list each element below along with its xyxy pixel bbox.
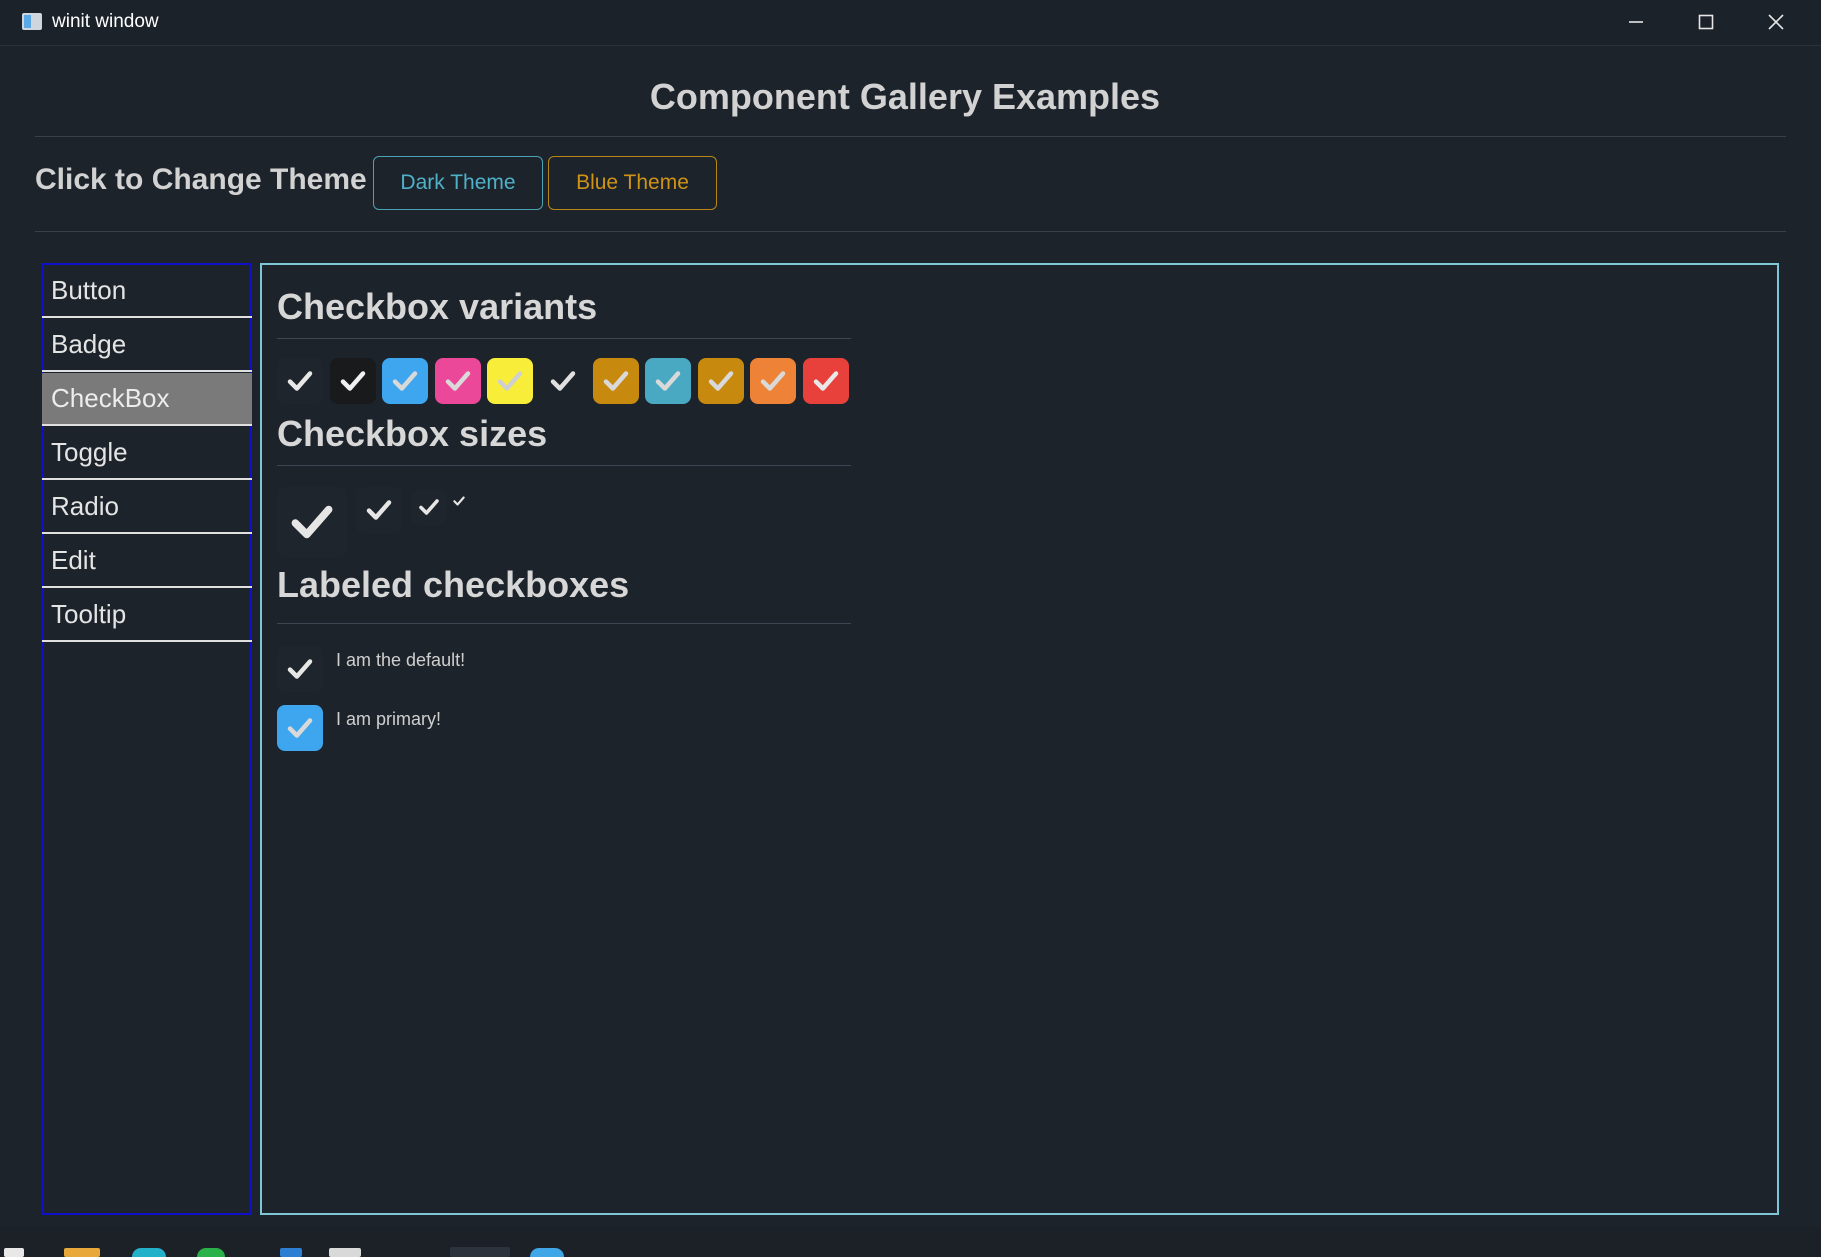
checkmark-icon xyxy=(445,371,471,391)
small-checkbox[interactable] xyxy=(411,489,447,525)
checkmark-icon xyxy=(287,659,313,679)
variant-checkbox[interactable] xyxy=(487,358,534,404)
default-checkbox-label: I am the default! xyxy=(336,650,466,670)
minimize-button[interactable] xyxy=(1606,6,1666,38)
checkmark-icon xyxy=(708,371,734,391)
sidebar-item-edit[interactable]: Edit xyxy=(42,535,252,588)
folder-icon[interactable] xyxy=(64,1248,100,1257)
sidebar-item-checkbox[interactable]: CheckBox xyxy=(42,373,252,426)
primary-checkbox[interactable] xyxy=(277,705,323,751)
variant-checkbox[interactable] xyxy=(277,358,323,404)
window-title: winit window xyxy=(52,11,159,32)
active-window-icon[interactable] xyxy=(450,1247,510,1257)
checkmark-icon xyxy=(419,499,439,515)
variants-heading: Checkbox variants xyxy=(277,286,598,327)
variant-checkbox[interactable] xyxy=(645,358,692,404)
checkmark-icon xyxy=(550,371,576,391)
large-checkbox[interactable] xyxy=(277,487,347,557)
checkmark-icon xyxy=(291,505,333,539)
tiny-checkbox[interactable] xyxy=(448,490,470,512)
primary-checkbox-label: I am primary! xyxy=(336,709,442,729)
window-content: Component Gallery Examples Click to Chan… xyxy=(0,46,1810,1226)
checkbox-panel: Checkbox variants Checkbox sizes Labeled… xyxy=(260,263,1779,1215)
labeled-divider xyxy=(277,623,851,624)
variant-checkbox[interactable] xyxy=(540,358,586,404)
checkmark-icon xyxy=(392,371,418,391)
variant-checkbox[interactable] xyxy=(382,358,429,404)
sidebar-item-badge[interactable]: Badge xyxy=(42,319,252,372)
checkmark-icon xyxy=(603,371,628,391)
sidebar-item-toggle[interactable]: Toggle xyxy=(42,427,252,480)
variant-checkbox[interactable] xyxy=(329,358,376,404)
variant-checkbox[interactable] xyxy=(592,358,639,404)
maximize-button[interactable] xyxy=(1676,6,1736,38)
sidebar-item-tooltip[interactable]: Tooltip xyxy=(42,589,252,642)
labeled-heading: Labeled checkboxes xyxy=(277,564,630,605)
blue-theme-button[interactable]: Blue Theme xyxy=(548,156,717,210)
variant-checkbox[interactable] xyxy=(697,358,744,404)
variants-divider xyxy=(277,338,851,339)
browser-icon[interactable] xyxy=(132,1248,166,1257)
close-button[interactable] xyxy=(1746,6,1806,38)
app-icon xyxy=(22,13,42,30)
code-editor-icon[interactable] xyxy=(280,1248,302,1257)
medium-checkbox[interactable] xyxy=(356,487,402,533)
checkmark-icon xyxy=(498,371,523,391)
sidebar-item-button[interactable]: Button xyxy=(42,265,252,318)
title-divider xyxy=(35,136,1786,137)
default-checkbox[interactable] xyxy=(277,646,323,692)
page-title: Component Gallery Examples xyxy=(649,76,1161,117)
variant-checkbox[interactable] xyxy=(434,358,481,404)
dark-theme-button[interactable]: Dark Theme xyxy=(373,156,543,210)
sidebar-item-radio[interactable]: Radio xyxy=(42,481,252,534)
minimize-icon xyxy=(1629,21,1643,23)
notepad-icon[interactable] xyxy=(329,1248,361,1257)
variant-checkbox[interactable] xyxy=(803,358,849,404)
start-icon[interactable] xyxy=(4,1248,24,1257)
checkmark-icon xyxy=(761,371,786,391)
close-icon xyxy=(1768,14,1784,30)
theme-divider xyxy=(35,231,1786,232)
sizes-heading: Checkbox sizes xyxy=(277,413,548,454)
checkmark-icon xyxy=(453,496,465,506)
checkmark-icon xyxy=(287,371,313,391)
variant-checkbox[interactable] xyxy=(750,358,797,404)
checkmark-icon xyxy=(287,718,313,738)
checkmark-icon xyxy=(366,500,392,520)
checkmark-icon xyxy=(655,371,681,391)
checkmark-icon xyxy=(340,371,365,391)
sidebar: Button Badge CheckBox Toggle Radio Edit … xyxy=(42,263,252,1215)
globe-icon[interactable] xyxy=(530,1248,564,1257)
maximize-icon xyxy=(1698,14,1714,30)
window-titlebar: winit window xyxy=(0,0,1821,46)
theme-label: Click to Change Theme xyxy=(35,163,367,196)
checkmark-icon xyxy=(813,371,839,391)
taskbar xyxy=(0,1227,1821,1257)
chat-icon[interactable] xyxy=(197,1248,225,1257)
sizes-divider xyxy=(277,465,851,466)
